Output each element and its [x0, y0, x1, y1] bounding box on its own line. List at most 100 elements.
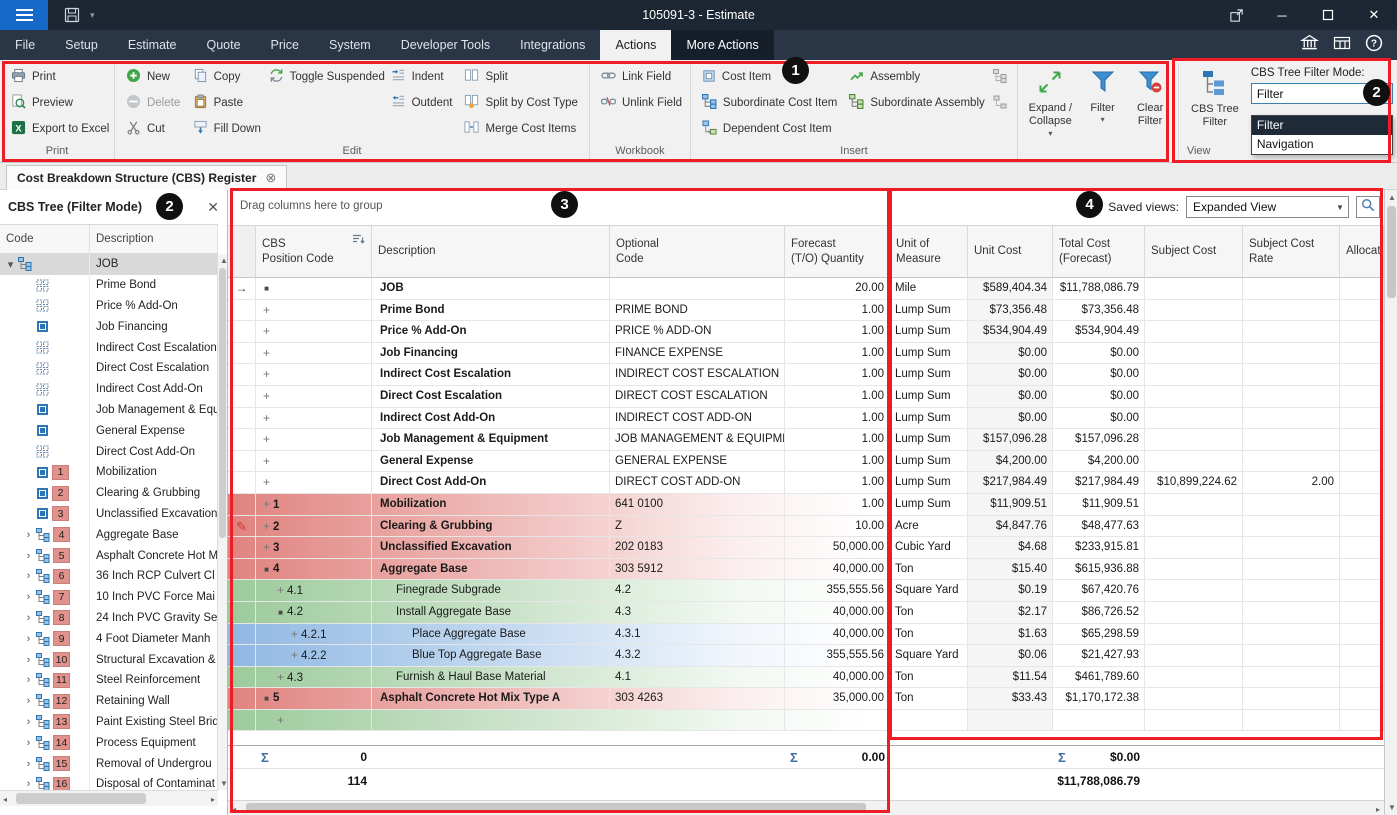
maximize-button[interactable]	[1305, 0, 1351, 30]
cell-optional-code[interactable]: 641 0100	[610, 494, 785, 516]
cell-total-cost[interactable]: $615,936.88	[1053, 559, 1145, 581]
cell-total-cost[interactable]: $73,356.48	[1053, 300, 1145, 322]
split-button[interactable]: Split	[458, 64, 583, 90]
tree-row-description[interactable]: Removal of Undergrou	[90, 753, 218, 774]
cell-allocate[interactable]	[1340, 343, 1384, 365]
estimate-library-icon[interactable]	[1300, 34, 1319, 56]
cell-total-cost[interactable]: $21,427.93	[1053, 645, 1145, 667]
cell-unit-cost[interactable]: $4.68	[968, 537, 1053, 559]
col-header-allocate[interactable]: Allocate	[1340, 226, 1384, 278]
tree-row-description[interactable]: 36 Inch RCP Culvert Cl	[90, 566, 218, 587]
cell-subject-cost[interactable]: $10,899,224.62	[1145, 472, 1243, 494]
row-expand-toggle[interactable]: +	[260, 386, 273, 407]
cell-cbs-position-code[interactable]: +4.2.1	[256, 624, 372, 646]
tree-row-description[interactable]: Mobilization	[90, 462, 218, 483]
cell-subject-cost[interactable]	[1145, 451, 1243, 473]
cell-subject-cost-rate[interactable]	[1243, 516, 1340, 538]
cell-unit-of-measure[interactable]: Square Yard	[890, 645, 968, 667]
cell-total-cost[interactable]: $86,726.52	[1053, 602, 1145, 624]
cell-subject-cost[interactable]	[1145, 343, 1243, 365]
cell-optional-code[interactable]: 4.1	[610, 667, 785, 689]
cell-cbs-position-code[interactable]: +	[256, 386, 372, 408]
cell-forecast-quantity[interactable]: 10.00	[785, 516, 890, 538]
grid-grouping-bar[interactable]: Drag columns here to group Saved views: …	[228, 190, 1384, 226]
tree-row[interactable]: 2Clearing & Grubbing	[0, 483, 218, 504]
tree-row[interactable]: ›11Steel Reinforcement	[0, 670, 218, 691]
grid-row[interactable]: ■5Asphalt Concrete Hot Mix Type A303 426…	[228, 688, 1384, 710]
toggle-suspended-button[interactable]: Toggle Suspended	[263, 64, 385, 90]
cell-unit-of-measure[interactable]: Lump Sum	[890, 364, 968, 386]
tree-row-description[interactable]: Indirect Cost Add-On	[90, 379, 218, 400]
tree-expand-arrow-icon[interactable]: ›	[21, 633, 36, 645]
cell-forecast-quantity[interactable]: 1.00	[785, 321, 890, 343]
grid-row[interactable]: ■4.2Install Aggregate Base4.340,000.00To…	[228, 602, 1384, 624]
row-expand-toggle[interactable]: +	[260, 537, 273, 558]
tree-row[interactable]: Direct Cost Escalation	[0, 358, 218, 379]
tree-row[interactable]: ›16Disposal of Contaminat	[0, 774, 218, 790]
row-expand-toggle[interactable]: +	[274, 580, 287, 601]
cell-optional-code[interactable]: 4.2	[610, 580, 785, 602]
cell-unit-cost[interactable]: $0.00	[968, 343, 1053, 365]
cell-unit-of-measure[interactable]: Ton	[890, 667, 968, 689]
insert-extra-button-2[interactable]	[991, 90, 1012, 116]
cell-forecast-quantity[interactable]: 1.00	[785, 429, 890, 451]
row-expand-toggle[interactable]: +	[260, 343, 273, 364]
cell-optional-code[interactable]: PRIME BOND	[610, 300, 785, 322]
tree-row-description[interactable]: General Expense	[90, 420, 218, 441]
cell-cbs-position-code[interactable]: +3	[256, 537, 372, 559]
cell-subject-cost[interactable]	[1145, 494, 1243, 516]
cost-item-button[interactable]: Cost Item	[696, 64, 843, 90]
tree-row-description[interactable]: Direct Cost Escalation	[90, 358, 218, 379]
filter-mode-option-navigation[interactable]: Navigation	[1252, 135, 1392, 154]
tree-row[interactable]: ▾JOB	[0, 254, 218, 275]
cell-forecast-quantity[interactable]: 40,000.00	[785, 559, 890, 581]
tree-vertical-scrollbar[interactable]: ▲ ▼	[217, 254, 227, 790]
tree-row[interactable]: ›94 Foot Diameter Manh	[0, 628, 218, 649]
cell-cbs-position-code[interactable]: ■5	[256, 688, 372, 710]
tree-row-description[interactable]: Direct Cost Add-On	[90, 441, 218, 462]
cell-total-cost[interactable]: $4,200.00	[1053, 451, 1145, 473]
cell-unit-of-measure[interactable]: Lump Sum	[890, 472, 968, 494]
tree-row-description[interactable]: Job Management & Equipment	[90, 400, 218, 421]
cell-optional-code[interactable]: 4.3.2	[610, 645, 785, 667]
cell-total-cost[interactable]: $461,789.60	[1053, 667, 1145, 689]
tree-expand-arrow-icon[interactable]: ›	[21, 716, 36, 728]
cell-forecast-quantity[interactable]: 1.00	[785, 472, 890, 494]
tree-row[interactable]: ›636 Inch RCP Culvert Cl	[0, 566, 218, 587]
cell-unit-of-measure[interactable]: Mile	[890, 278, 968, 300]
grid-row[interactable]: →■JOB20.00Mile$589,404.34$11,788,086.79	[228, 278, 1384, 300]
row-expand-toggle[interactable]: +	[260, 472, 273, 493]
cell-subject-cost-rate[interactable]	[1243, 278, 1340, 300]
cell-description[interactable]: Job Financing	[372, 343, 610, 365]
clear-filter-button[interactable]: Clear Filter	[1127, 64, 1173, 155]
cell-optional-code[interactable]: JOB MANAGEMENT & EQUIPMENT	[610, 429, 785, 451]
cell-cbs-position-code[interactable]: +4.2.2	[256, 645, 372, 667]
tree-expand-arrow-icon[interactable]: ›	[21, 778, 36, 790]
cell-cbs-position-code[interactable]: +	[256, 343, 372, 365]
cell-forecast-quantity[interactable]: 40,000.00	[785, 624, 890, 646]
cell-subject-cost-rate[interactable]: 2.00	[1243, 472, 1340, 494]
cell-subject-cost-rate[interactable]	[1243, 343, 1340, 365]
cell-description[interactable]: Aggregate Base	[372, 559, 610, 581]
cell-total-cost[interactable]: $48,477.63	[1053, 516, 1145, 538]
grid-row[interactable]: +4.3Furnish & Haul Base Material4.140,00…	[228, 667, 1384, 689]
cell-subject-cost-rate[interactable]	[1243, 537, 1340, 559]
cell-subject-cost-rate[interactable]	[1243, 624, 1340, 646]
cell-unit-of-measure[interactable]: Ton	[890, 688, 968, 710]
cell-cbs-position-code[interactable]: +	[256, 710, 372, 732]
tree-row[interactable]: Direct Cost Add-On	[0, 441, 218, 462]
cell-optional-code[interactable]: PRICE % ADD-ON	[610, 321, 785, 343]
cell-subject-cost[interactable]	[1145, 386, 1243, 408]
tab-close-icon[interactable]: ⊗	[265, 170, 276, 186]
cell-subject-cost[interactable]	[1145, 580, 1243, 602]
cell-optional-code[interactable]: 202 0183	[610, 537, 785, 559]
menu-developer-tools[interactable]: Developer Tools	[386, 30, 505, 60]
grid-row[interactable]: ✎+2Clearing & GrubbingZ10.00Acre$4,847.7…	[228, 516, 1384, 538]
tree-row-description[interactable]: 4 Foot Diameter Manh	[90, 628, 218, 649]
cell-optional-code[interactable]: 303 5912	[610, 559, 785, 581]
cell-unit-cost[interactable]: $0.00	[968, 408, 1053, 430]
cell-subject-cost-rate[interactable]	[1243, 408, 1340, 430]
cell-description[interactable]: Clearing & Grubbing	[372, 516, 610, 538]
tree-row[interactable]: ›5Asphalt Concrete Hot Mix Type A	[0, 545, 218, 566]
help-icon[interactable]: ?	[1365, 34, 1383, 57]
